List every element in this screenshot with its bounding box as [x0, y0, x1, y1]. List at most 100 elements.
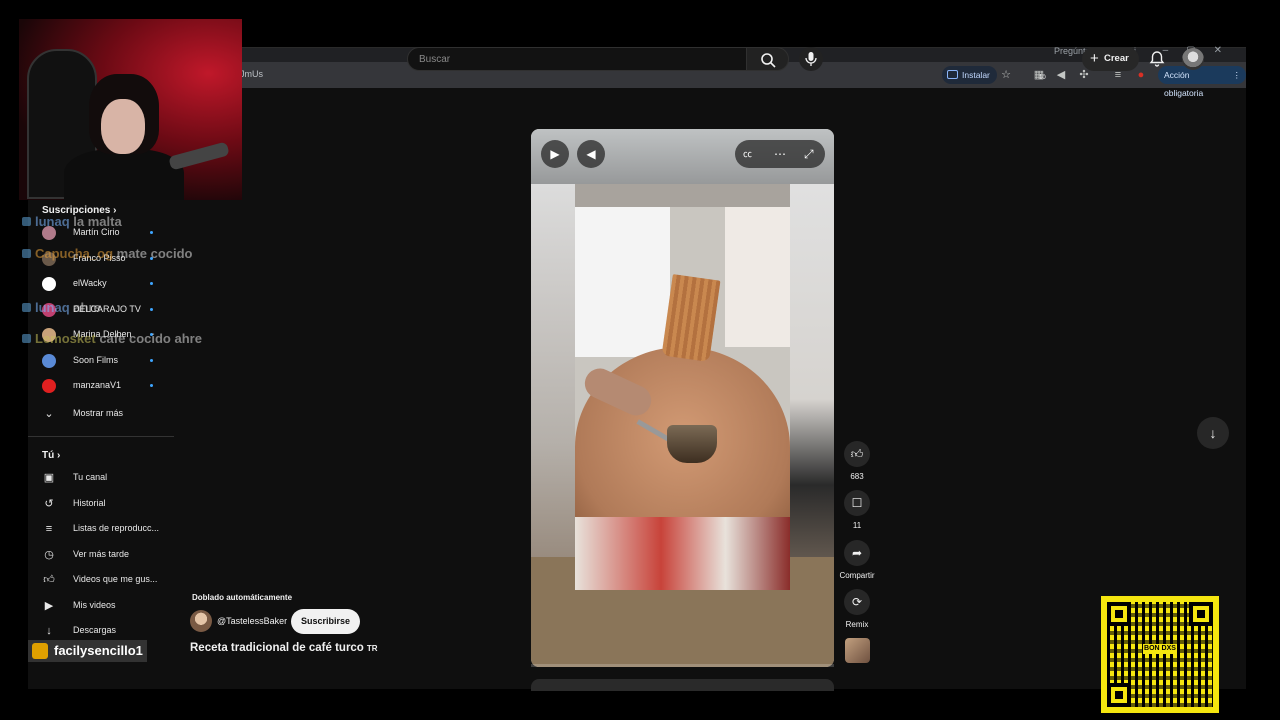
action-required-label: Acción obligatoria	[1164, 70, 1204, 98]
channel-avatar-icon	[42, 379, 56, 393]
subscription-label: manzanaV1	[73, 380, 122, 390]
chat-message: lunaq ahre	[22, 300, 101, 315]
account-avatar[interactable]	[1182, 48, 1204, 70]
video-progress-bar[interactable]	[531, 664, 834, 667]
new-content-dot	[150, 307, 153, 311]
dubbed-label: Doblado automáticamente	[192, 593, 293, 602]
clock-icon: ◷	[44, 548, 54, 561]
subscription-label: Soon Films	[73, 354, 119, 365]
search-box	[407, 47, 747, 71]
qr-label: BON DXS	[1143, 644, 1177, 654]
webcam-microphone	[168, 141, 230, 171]
notifications-bell-icon[interactable]	[1148, 50, 1166, 68]
history-icon: ↺	[44, 497, 54, 510]
you-item-label: Historial	[73, 497, 106, 508]
more-options-icon[interactable]: ⋯	[774, 140, 786, 168]
mute-tab-icon[interactable]: ◀	[1054, 68, 1068, 82]
thumb-up-icon: 👍︎	[43, 574, 55, 586]
remix-label: Remix	[845, 620, 869, 629]
extension-badge: 10	[1039, 75, 1046, 81]
video-title[interactable]: Receta tradicional de café turco TR	[190, 642, 378, 654]
video-title-text: Receta tradicional de café turco	[190, 642, 364, 654]
new-content-dot	[150, 384, 153, 387]
you-item-label: Videos que me gus...	[73, 574, 158, 584]
you-item[interactable]: ▶ Mis videos	[28, 596, 198, 616]
blur-left	[531, 184, 575, 614]
you-header[interactable]: Tú ›	[42, 450, 60, 461]
video-cup	[661, 274, 721, 362]
bookmark-star-icon[interactable]: ☆	[999, 68, 1013, 82]
chat-message: Capucha_og mate cocido	[22, 246, 193, 261]
video-icon: ▶	[44, 599, 54, 612]
new-content-dot	[150, 358, 153, 362]
search-button[interactable]	[747, 47, 789, 71]
channel-avatar-icon	[42, 277, 56, 291]
plus-icon: +	[1090, 50, 1099, 67]
chat-text: cafe cocido ahre	[99, 331, 202, 346]
create-label: Crear	[1104, 53, 1129, 64]
share-icon: ➦	[844, 540, 870, 566]
thumb-up-icon: 👍︎	[844, 441, 870, 467]
qr-code: BON DXS	[1101, 596, 1219, 713]
browser-menu-icon[interactable]: ⋮	[1233, 66, 1242, 84]
you-item[interactable]: ↓ Descargas	[28, 621, 198, 641]
shorts-player[interactable]: ▶ ◀ ㏄ ⋯ ⤢	[531, 129, 834, 667]
subscription-item[interactable]: Soon Films	[28, 351, 198, 371]
chat-text: la malta	[73, 214, 122, 229]
subscription-label: elWacky	[73, 278, 107, 288]
remix-action[interactable]: ⟳ Remix	[843, 589, 871, 629]
new-content-dot	[150, 282, 153, 285]
video-cezve	[667, 425, 717, 463]
profile-extension-icon[interactable]: ●	[1134, 68, 1148, 82]
search-input[interactable]	[408, 48, 746, 70]
you-item[interactable]: 👍︎ Videos que me gus...	[28, 570, 198, 590]
audio-thumbnail[interactable]	[845, 638, 870, 663]
volume-icon: ◀	[586, 147, 596, 161]
chevron-right-icon: ›	[57, 450, 61, 461]
volume-button[interactable]: ◀	[577, 140, 605, 168]
next-video-button[interactable]: ↓	[1197, 417, 1229, 449]
fullscreen-icon[interactable]: ⤢	[804, 140, 814, 168]
chat-user: lunaq	[35, 300, 70, 315]
chat-user: Lemosket	[35, 331, 96, 346]
subscribe-button[interactable]: Suscribirse	[291, 609, 361, 634]
playlist-icon: ≡	[45, 523, 53, 535]
voice-search-button[interactable]	[799, 47, 823, 71]
you-item[interactable]: ◷ Ver más tarde	[28, 545, 198, 565]
qr-finder	[1189, 602, 1213, 626]
channel-name[interactable]: @TastelessBaker	[217, 616, 287, 626]
show-more-button[interactable]: ⌄ Mostrar más	[28, 404, 198, 424]
install-button[interactable]: Instalar	[942, 66, 997, 84]
share-action[interactable]: ➦ Compartir	[839, 540, 875, 580]
channel-avatar[interactable]	[190, 610, 212, 632]
video-wall	[725, 207, 790, 347]
create-button[interactable]: + Crear	[1082, 47, 1139, 71]
comments-action[interactable]: ☐ 11	[843, 490, 871, 530]
webcam-body	[64, 149, 184, 200]
play-button[interactable]: ▶	[541, 140, 569, 168]
user-square-icon: ▣	[43, 472, 55, 484]
subscription-item[interactable]: manzanaV1	[28, 376, 198, 396]
webcam-face	[101, 99, 145, 154]
subscription-item[interactable]: elWacky	[28, 274, 198, 294]
install-icon	[947, 70, 958, 79]
like-action[interactable]: 👍︎ 683	[843, 441, 871, 481]
you-item[interactable]: ≡ Listas de reproducc...	[28, 519, 198, 539]
you-item-label: Tu canal	[73, 472, 108, 482]
chat-text: ahre	[73, 300, 101, 315]
action-required-button[interactable]: Acción obligatoria ⋮	[1158, 66, 1246, 98]
blur-right	[790, 184, 834, 614]
you-item[interactable]: ↺ Historial	[28, 494, 198, 514]
channel-avatar-icon	[42, 353, 56, 368]
next-short-preview	[531, 679, 834, 691]
captions-icon[interactable]: ㏄	[743, 140, 752, 168]
search-icon	[761, 53, 776, 68]
address-bar[interactable]: JmUs	[240, 69, 263, 79]
you-title: Tú	[42, 450, 55, 461]
chat-user: Capucha_og	[35, 246, 114, 261]
chat-message: lunaq la malta	[22, 214, 122, 229]
qr-pattern: BON DXS	[1107, 602, 1213, 707]
chat-message: Lemosket cafe cocido ahre	[22, 331, 202, 346]
comment-count: 11	[852, 521, 862, 530]
you-item[interactable]: ▣ Tu canal	[28, 468, 198, 488]
